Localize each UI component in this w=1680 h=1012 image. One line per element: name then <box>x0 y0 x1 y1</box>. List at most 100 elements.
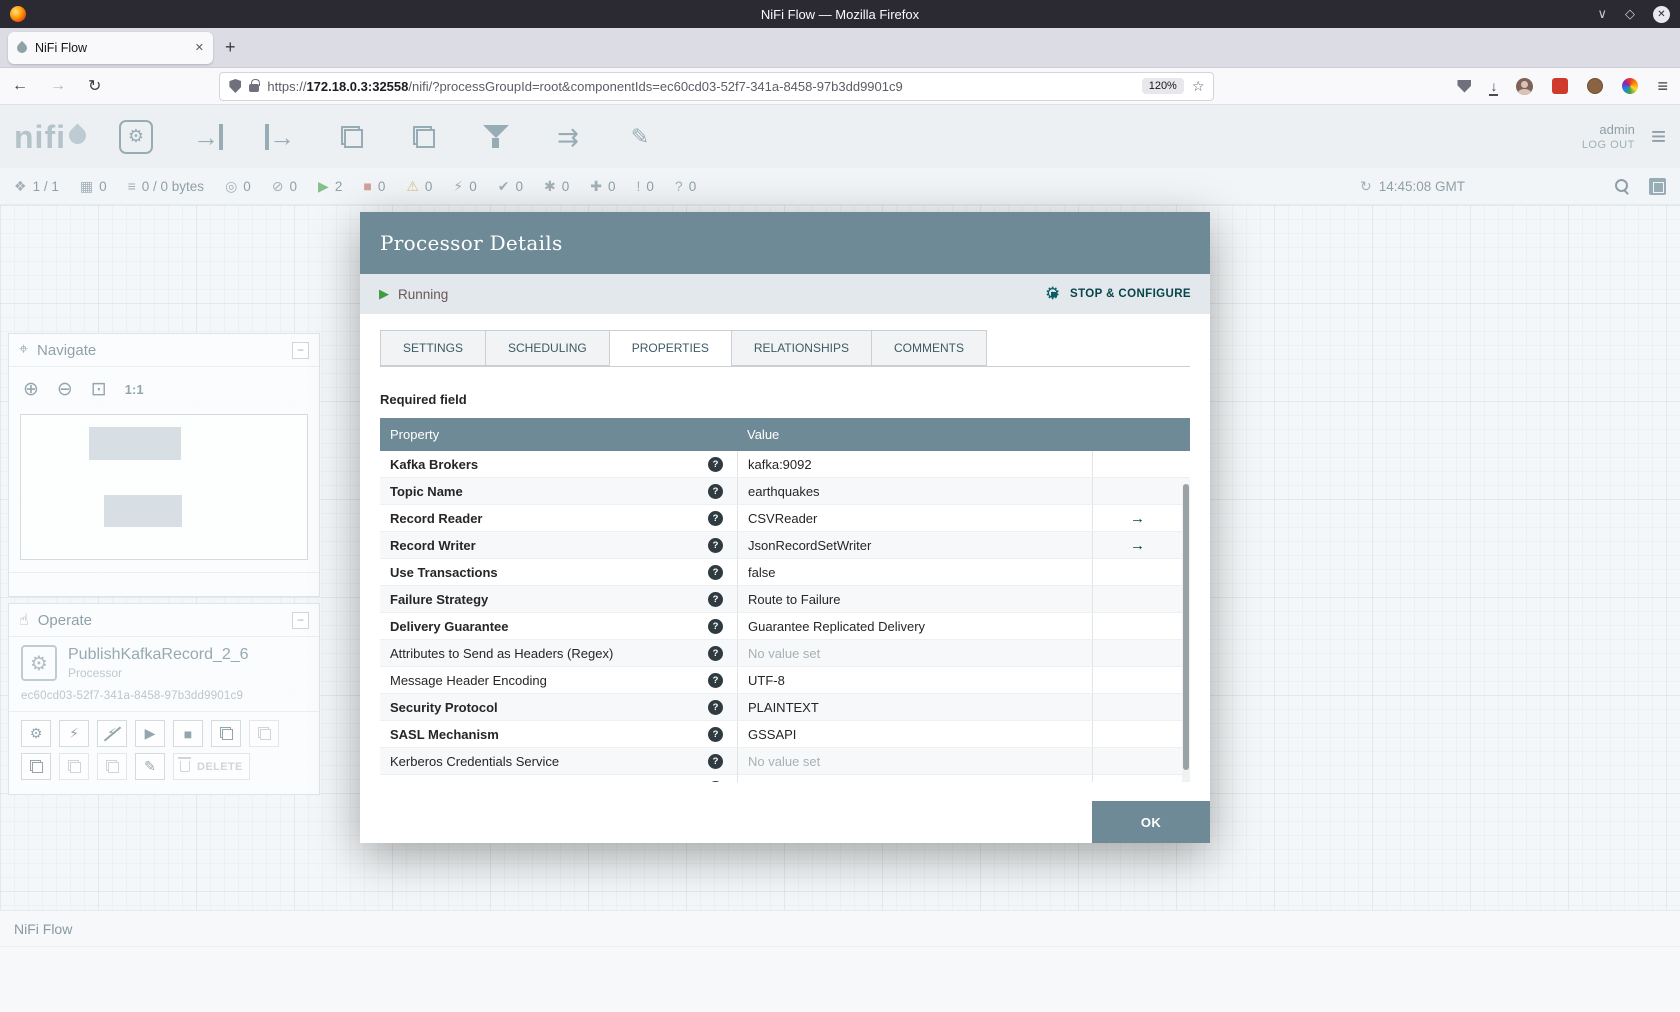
browser-menu-icon[interactable]: ≡ <box>1657 76 1668 97</box>
new-tab-button[interactable]: + <box>225 37 236 58</box>
dialog-title: Processor Details <box>360 212 1210 274</box>
value-column-header: Value <box>747 427 780 442</box>
tab-comments[interactable]: COMMENTS <box>870 330 987 366</box>
url-bar[interactable]: https://172.18.0.3:32558/nifi/?processGr… <box>219 71 1215 101</box>
downloads-icon[interactable]: ↓ <box>1489 79 1499 96</box>
bookmark-star-icon[interactable]: ☆ <box>1192 78 1205 95</box>
table-row: Message Header Encoding? UTF-8 <box>380 667 1190 694</box>
property-name: Topic Name <box>390 483 463 499</box>
tab-relationships[interactable]: RELATIONSHIPS <box>730 330 871 366</box>
table-row: Record Reader? CSVReader → <box>380 505 1190 532</box>
property-value: kafka:9092 <box>748 456 812 472</box>
help-icon[interactable]: ? <box>708 537 723 553</box>
browser-tab[interactable]: NiFi Flow ✕ <box>8 31 213 64</box>
pocket-icon[interactable] <box>1457 79 1472 93</box>
required-field-note: Required field <box>380 392 467 407</box>
tab-scheduling[interactable]: SCHEDULING <box>485 330 609 366</box>
property-value: earthquakes <box>748 483 820 499</box>
property-name: Failure Strategy <box>390 591 489 607</box>
nifi-favicon <box>14 40 30 55</box>
run-status-text: Running <box>398 286 449 302</box>
help-icon[interactable]: ? <box>708 672 723 688</box>
property-value: JsonRecordSetWriter <box>748 537 872 553</box>
property-value: PLAINTEXT <box>748 699 819 715</box>
table-row: Failure Strategy? Route to Failure <box>380 586 1190 613</box>
extension-monkey-icon[interactable] <box>1587 78 1604 94</box>
property-name: Security Protocol <box>390 699 498 715</box>
property-name: Kafka Brokers <box>390 456 479 472</box>
help-icon[interactable]: ? <box>708 564 723 580</box>
extension-pinwheel-icon[interactable] <box>1622 78 1639 94</box>
property-name: Delivery Guarantee <box>390 618 509 634</box>
tab-title: NiFi Flow <box>35 40 88 55</box>
back-button[interactable]: ← <box>12 77 28 95</box>
window-title: NiFi Flow — Mozilla Firefox <box>760 6 920 22</box>
help-icon[interactable]: ? <box>708 699 723 715</box>
table-header: Property Value <box>380 418 1190 451</box>
table-row: Use Transactions? false <box>380 559 1190 586</box>
help-icon[interactable]: ? <box>708 591 723 607</box>
window-close-icon[interactable]: ✕ <box>1653 5 1670 23</box>
help-icon[interactable]: ? <box>708 645 723 661</box>
forward-button[interactable]: → <box>50 77 66 95</box>
tab-properties[interactable]: PROPERTIES <box>608 330 731 366</box>
ublock-extension-icon[interactable] <box>1552 78 1569 94</box>
help-icon[interactable]: ? <box>708 753 723 769</box>
account-icon[interactable] <box>1516 77 1534 95</box>
table-row: Kerberos Service Name? No value set <box>380 775 1190 782</box>
ok-button[interactable]: OK <box>1092 801 1210 843</box>
window-titlebar: NiFi Flow — Mozilla Firefox ∨ ◇ ✕ <box>0 0 1680 28</box>
property-value: Guarantee Replicated Delivery <box>748 618 926 634</box>
property-value: No value set <box>748 753 821 769</box>
property-value: false <box>748 564 776 580</box>
dialog-status-bar: ▶ Running ⚙ STOP & CONFIGURE <box>360 274 1210 314</box>
property-value: No value set <box>748 781 820 783</box>
help-icon[interactable]: ? <box>708 726 723 742</box>
property-name: Kerberos Credentials Service <box>390 753 560 769</box>
help-icon[interactable]: ? <box>708 618 723 634</box>
help-icon[interactable]: ? <box>708 456 723 472</box>
lock-icon[interactable] <box>249 79 260 92</box>
tab-close-icon[interactable]: ✕ <box>195 41 204 54</box>
table-row: Record Writer? JsonRecordSetWriter → <box>380 532 1190 559</box>
go-to-service-icon[interactable]: → <box>1130 510 1145 527</box>
property-value: UTF-8 <box>748 672 785 688</box>
property-name: SASL Mechanism <box>390 726 499 742</box>
go-to-service-icon[interactable]: → <box>1130 537 1145 554</box>
browser-tabbar: NiFi Flow ✕ + <box>0 28 1680 68</box>
properties-table: Property Value Kafka Brokers? kafka:9092… <box>380 418 1190 782</box>
property-name: Kerberos Service Name <box>390 781 536 783</box>
table-row: Kafka Brokers? kafka:9092 <box>380 451 1190 478</box>
zoom-level-badge[interactable]: 120% <box>1141 78 1184 94</box>
running-icon: ▶ <box>379 286 389 301</box>
tracking-protection-icon[interactable] <box>229 79 242 93</box>
table-row: Topic Name? earthquakes <box>380 478 1190 505</box>
window-maximize-icon[interactable]: ◇ <box>1625 6 1635 22</box>
property-value: Route to Failure <box>748 591 841 607</box>
reload-button[interactable]: ↻ <box>88 76 101 96</box>
property-name: Attributes to Send as Headers (Regex) <box>390 645 614 661</box>
property-name: Message Header Encoding <box>390 672 547 688</box>
tab-settings[interactable]: SETTINGS <box>380 330 486 366</box>
table-row: Delivery Guarantee? Guarantee Replicated… <box>380 613 1190 640</box>
stop-configure-icon: ⚙ <box>1045 285 1063 303</box>
scrollbar-thumb[interactable] <box>1183 484 1189 771</box>
nifi-app: nifi ⚙ → → ⇉ ✎ admin LOG OUT ≡ ❖ 1 / 1 ▦… <box>0 105 1680 1012</box>
property-name: Use Transactions <box>390 564 498 580</box>
browser-navbar: ← → ↻ https://172.18.0.3:32558/nifi/?pro… <box>0 68 1680 105</box>
help-icon[interactable]: ? <box>708 483 723 499</box>
window-minimize-icon[interactable]: ∨ <box>1597 6 1607 22</box>
help-icon[interactable]: ? <box>708 780 723 782</box>
table-scrollbar[interactable] <box>1182 484 1190 782</box>
dialog-tabs: SETTINGS SCHEDULING PROPERTIES RELATIONS… <box>380 330 1190 367</box>
property-value: CSVReader <box>748 510 818 526</box>
table-row: Attributes to Send as Headers (Regex)? N… <box>380 640 1190 667</box>
property-name: Record Reader <box>390 510 483 526</box>
property-value: GSSAPI <box>748 726 797 742</box>
stop-and-configure-button[interactable]: ⚙ STOP & CONFIGURE <box>1045 285 1191 303</box>
property-value: No value set <box>748 645 821 661</box>
help-icon[interactable]: ? <box>708 510 723 526</box>
processor-details-dialog: Processor Details ▶ Running ⚙ STOP & CON… <box>360 212 1210 843</box>
url-text: https://172.18.0.3:32558/nifi/?processGr… <box>267 78 903 94</box>
table-rows: Kafka Brokers? kafka:9092 Topic Name? ea… <box>380 451 1190 782</box>
